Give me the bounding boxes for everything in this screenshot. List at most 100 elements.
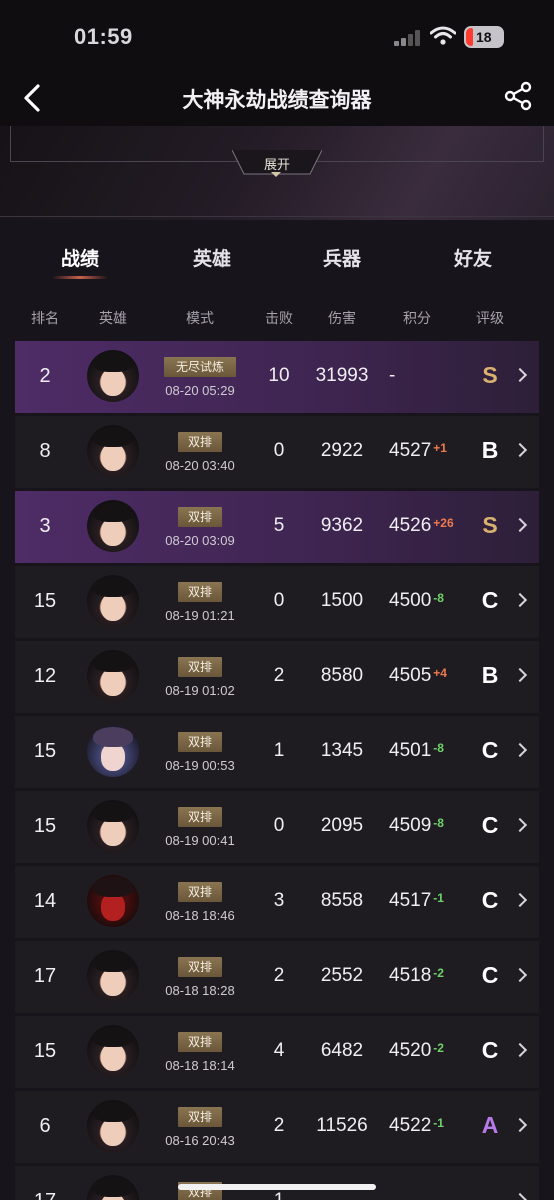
- hero-avatar-icon: [87, 500, 139, 552]
- hero-avatar-icon: [87, 425, 139, 477]
- status-time: 01:59: [74, 24, 133, 49]
- match-row[interactable]: 15 双排 08-18 18:14 4 6482 4520 -2 C: [15, 1016, 539, 1088]
- match-score-cell: 4509 -8: [389, 815, 444, 837]
- mode-badge: 双排: [178, 882, 222, 902]
- match-grade: S: [482, 362, 498, 388]
- match-rank: 14: [33, 890, 57, 912]
- mode-badge: 双排: [178, 807, 222, 827]
- match-row[interactable]: 14 双排 08-18 18:46 3 8558 4517 -1 C: [15, 866, 539, 938]
- match-score-cell: -: [389, 365, 397, 387]
- mode-badge: 无尽试炼: [164, 357, 236, 377]
- match-score-cell: 4518 -2: [389, 965, 444, 987]
- match-score-cell: 4500 -8: [389, 590, 444, 612]
- header-rank: 排名: [31, 310, 59, 326]
- score-delta: -8: [433, 591, 444, 605]
- chevron-right-icon: [512, 967, 528, 983]
- status-bar: 01:59 18: [0, 0, 554, 70]
- nav-bar: 大神永劫战绩查询器: [0, 70, 554, 126]
- match-damage: 1345: [320, 740, 364, 761]
- hero-avatar-alt-icon: [87, 725, 139, 777]
- chevron-right-icon: [512, 442, 528, 458]
- match-row[interactable]: 3 双排 08-20 03:09 5 9362 4526 +26 S: [15, 491, 539, 563]
- match-time: 08-19 01:21: [165, 608, 235, 623]
- tab-weapons[interactable]: 兵器: [302, 244, 382, 271]
- battery-level: 18: [476, 29, 492, 45]
- match-damage: 1500: [320, 590, 364, 611]
- page-title: 大神永劫战绩查询器: [182, 89, 372, 112]
- match-time: 08-18 18:14: [165, 1058, 235, 1073]
- match-score: 4520: [389, 1040, 432, 1061]
- header-grade: 评级: [476, 310, 504, 326]
- match-rank: 2: [39, 365, 51, 387]
- match-grade: C: [481, 812, 499, 838]
- match-row[interactable]: 15 双排 08-19 00:53 1 1345 4501 -8 C: [15, 716, 539, 788]
- cellular-signal-icon: [394, 30, 422, 46]
- match-damage: 8558: [320, 890, 364, 911]
- chevron-right-icon: [512, 817, 528, 833]
- match-time: 08-18 18:46: [165, 908, 235, 923]
- match-score-cell: 4505 +4: [389, 665, 447, 687]
- match-grade: C: [481, 1037, 499, 1063]
- match-grade: B: [481, 662, 499, 688]
- match-row[interactable]: 15 双排 08-19 01:21 0 1500 4500 -8 C: [15, 566, 539, 638]
- match-row[interactable]: 15 双排 08-19 00:41 0 2095 4509 -8 C: [15, 791, 539, 863]
- match-row[interactable]: 17 双排 08-18 18:28 2 2552 4518 -2 C: [15, 941, 539, 1013]
- share-button[interactable]: [502, 80, 534, 112]
- match-score: 4501: [389, 740, 432, 761]
- expand-button[interactable]: 展开: [232, 150, 322, 186]
- match-time: 08-16 20:43: [165, 1133, 235, 1148]
- match-kills: 3: [273, 890, 285, 911]
- hero-avatar-icon: [87, 575, 139, 627]
- match-score-cell: [389, 1190, 391, 1200]
- match-grade: C: [481, 587, 499, 613]
- header-mode: 模式: [186, 310, 214, 326]
- match-rank: 15: [33, 740, 57, 762]
- match-score: 4517: [389, 890, 432, 911]
- tab-friends[interactable]: 好友: [433, 244, 513, 271]
- match-kills: 1: [273, 740, 285, 761]
- match-row[interactable]: 8 双排 08-20 03:40 0 2922 4527 +1 B: [15, 416, 539, 488]
- match-kills: 10: [268, 365, 290, 386]
- match-rank: 15: [33, 1040, 57, 1062]
- match-score-cell: 4522 -1: [389, 1115, 444, 1137]
- hero-avatar-icon: [87, 650, 139, 702]
- match-row[interactable]: 12 双排 08-19 01:02 2 8580 4505 +4 B: [15, 641, 539, 713]
- match-kills: 5: [273, 515, 285, 536]
- match-time: 08-20 05:29: [165, 383, 235, 398]
- mode-badge: 双排: [178, 957, 222, 977]
- battery-icon: 18: [464, 26, 504, 48]
- mode-badge: 双排: [178, 1032, 222, 1052]
- header-score: 积分: [403, 310, 431, 326]
- match-score: -: [389, 365, 396, 386]
- header-kills: 击败: [265, 310, 293, 326]
- match-score-cell: 4526 +26: [389, 515, 454, 537]
- match-time: 08-19 01:02: [165, 683, 235, 698]
- match-kills: 1: [263, 1190, 295, 1200]
- score-delta: -2: [433, 966, 444, 980]
- match-row[interactable]: 6 双排 08-16 20:43 2 11526 4522 -1 A: [15, 1091, 539, 1163]
- match-rank: 3: [39, 515, 51, 537]
- match-score: 4522: [389, 1115, 432, 1136]
- match-score: 4518: [389, 965, 432, 986]
- score-delta: +1: [433, 441, 447, 455]
- mode-badge: 双排: [178, 1107, 222, 1127]
- match-damage: 8580: [320, 665, 364, 686]
- mode-badge: 双排: [178, 732, 222, 752]
- match-kills: 2: [273, 1115, 285, 1136]
- mode-badge: 双排: [178, 657, 222, 677]
- home-indicator: [178, 1184, 376, 1190]
- match-score-cell: 4520 -2: [389, 1040, 444, 1062]
- match-row[interactable]: 17双排1: [15, 1166, 539, 1200]
- tab-records[interactable]: 战绩: [40, 244, 120, 271]
- match-row[interactable]: 2 无尽试炼 08-20 05:29 10 31993- S: [15, 341, 539, 413]
- mode-badge: 双排: [178, 582, 222, 602]
- divider: [0, 216, 554, 217]
- match-grade: C: [481, 962, 499, 988]
- match-score-cell: 4501 -8: [389, 740, 444, 762]
- profile-banner: 展开: [0, 126, 554, 220]
- match-kills: 4: [273, 1040, 285, 1061]
- tab-heroes[interactable]: 英雄: [172, 244, 252, 271]
- match-kills: 2: [273, 965, 285, 986]
- chevron-right-icon: [512, 517, 528, 533]
- match-rank: 15: [33, 815, 57, 837]
